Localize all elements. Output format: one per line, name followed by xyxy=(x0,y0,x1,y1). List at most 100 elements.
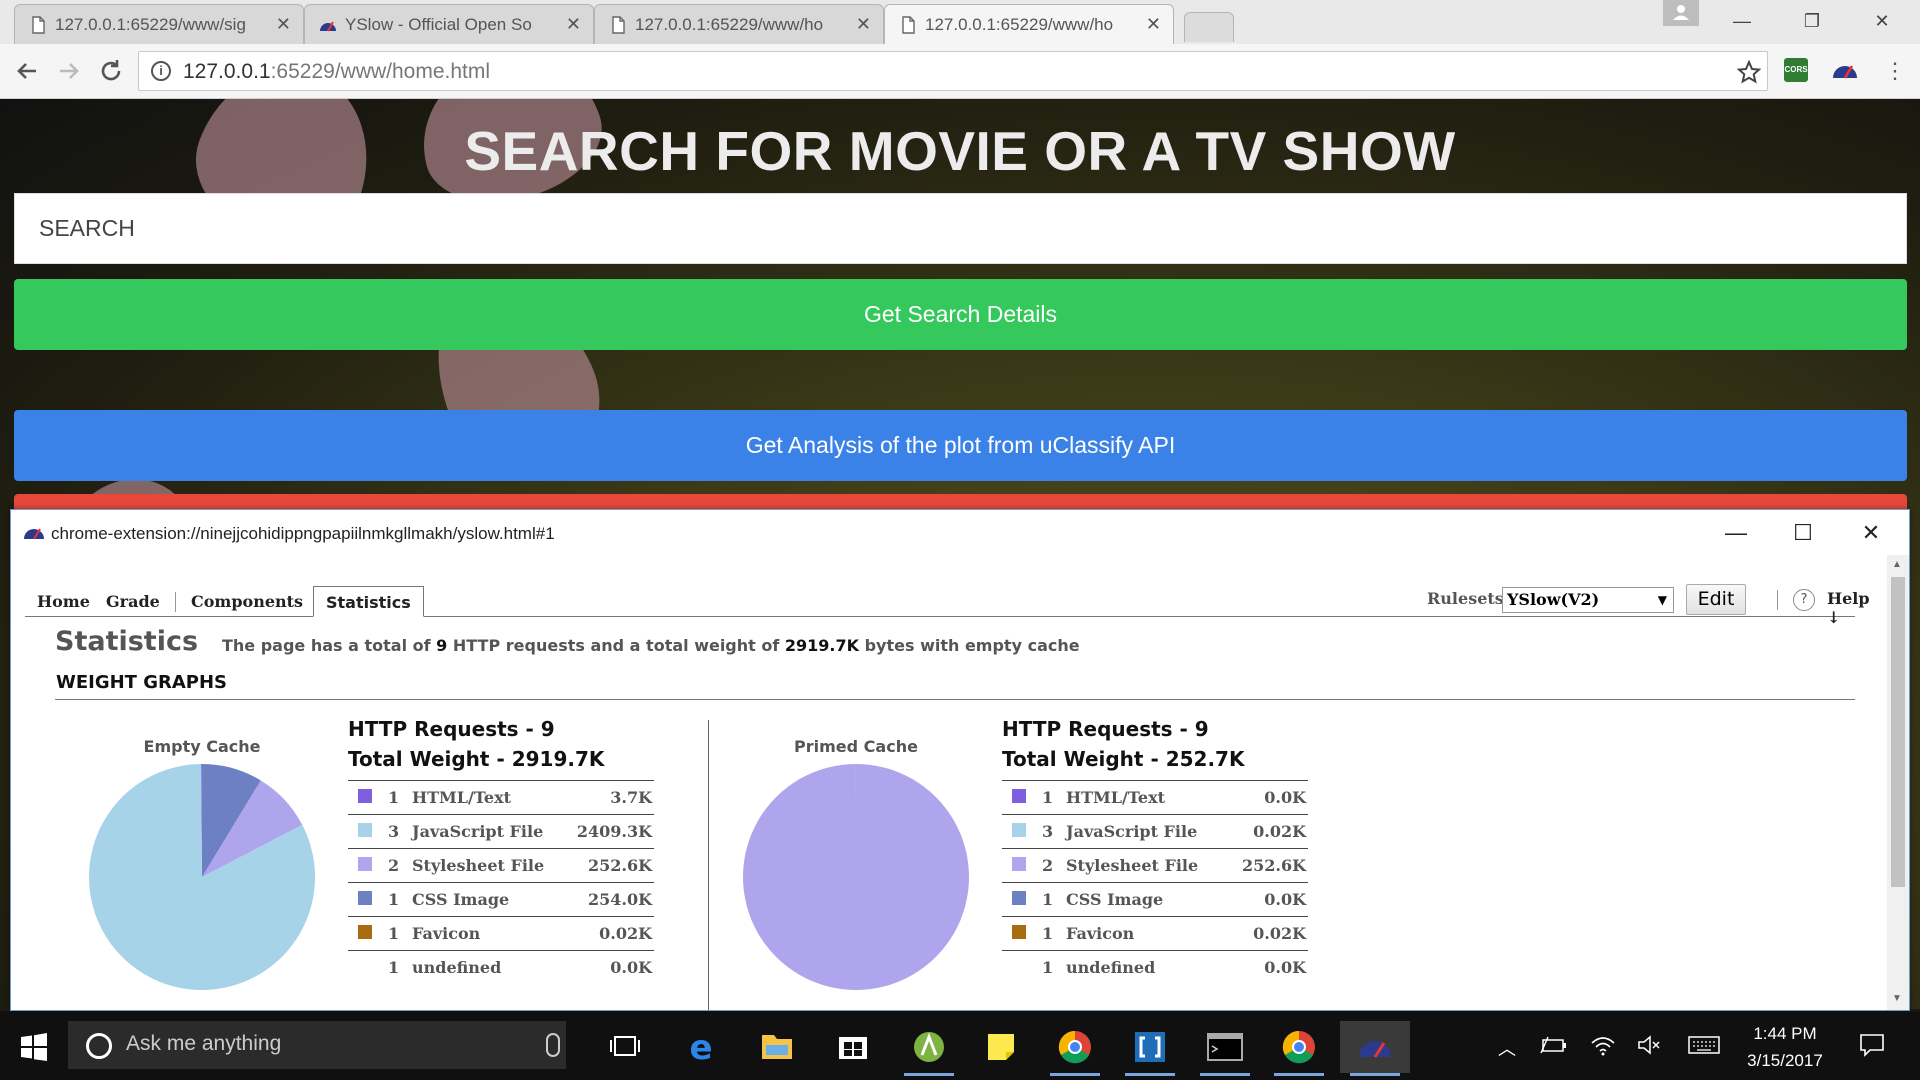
tab-title: 127.0.0.1:65229/www/sig xyxy=(55,15,246,34)
wifi-icon[interactable] xyxy=(1590,1033,1616,1057)
scroll-up-icon[interactable]: ▲ xyxy=(1892,559,1902,570)
chrome-icon[interactable] xyxy=(1264,1021,1334,1076)
weight-table-row: 1 undefined 0.0K xyxy=(1002,950,1308,985)
legend-swatch xyxy=(348,882,388,917)
cortana-search-text: Ask me anything xyxy=(126,1032,282,1055)
yslow-titlebar: chrome-extension://ninejjcohidippngpapii… xyxy=(11,510,1909,555)
component-type: undefined xyxy=(1066,950,1228,985)
tab-home[interactable]: Home xyxy=(25,586,102,617)
component-weight: 0.0K xyxy=(1227,780,1308,815)
windows-start-icon[interactable] xyxy=(20,1033,48,1061)
browser-tab[interactable]: 127.0.0.1:65229/www/ho ✕ xyxy=(594,4,884,44)
chevron-down-icon: ▼ xyxy=(1657,593,1667,607)
component-weight: 3.7K xyxy=(564,780,654,815)
close-icon[interactable]: ✕ xyxy=(566,14,581,35)
star-icon[interactable] xyxy=(1737,60,1761,84)
new-tab-button[interactable] xyxy=(1184,12,1234,42)
tab-title: YSlow - Official Open So xyxy=(345,15,532,34)
component-type: undefined xyxy=(412,950,565,985)
edit-button[interactable]: Edit xyxy=(1686,584,1746,615)
close-icon[interactable]: ✕ xyxy=(1146,14,1161,35)
yslow-icon[interactable] xyxy=(1340,1021,1410,1076)
primed-weight-title: Total Weight - 252.7K xyxy=(1002,747,1245,771)
request-count: 1 xyxy=(1042,780,1066,815)
legend-swatch xyxy=(1002,848,1042,883)
get-analysis-button[interactable]: Get Analysis of the plot from uClassify … xyxy=(14,410,1907,481)
yslow-icon[interactable] xyxy=(1832,58,1858,82)
arrow-left-icon xyxy=(17,63,36,79)
scroll-down-icon[interactable]: ▼ xyxy=(1892,993,1902,1004)
minimize-button[interactable]: — xyxy=(1722,6,1762,36)
clock-time[interactable]: 1:44 PM xyxy=(1710,1024,1860,1044)
weight-table-row: 2 Stylesheet File 252.6K xyxy=(1002,848,1308,883)
component-weight: 0.02K xyxy=(564,916,654,951)
file-explorer-icon[interactable] xyxy=(742,1021,812,1073)
weight-graphs-separator xyxy=(708,720,709,1010)
info-icon[interactable]: i xyxy=(151,61,171,81)
weight-graphs-title: WEIGHT GRAPHS xyxy=(56,672,228,693)
address-bar[interactable]: i 127.0.0.1:65229/www/home.html xyxy=(138,51,1768,91)
statistics-title: Statistics xyxy=(55,626,199,657)
empty-requests-title: HTTP Requests - 9 xyxy=(348,717,555,741)
request-count: 3 xyxy=(388,814,412,849)
close-window-button[interactable]: ✕ xyxy=(1862,6,1902,36)
legend-swatch xyxy=(348,950,388,985)
request-count: 1 xyxy=(388,950,412,985)
terminal-icon[interactable] xyxy=(1190,1021,1260,1076)
yslow-close-button[interactable]: ✕ xyxy=(1851,518,1891,548)
url-text[interactable]: 127.0.0.1:65229/www/home.html xyxy=(183,60,490,84)
empty-cache-pie-chart xyxy=(88,764,316,990)
browser-tab[interactable]: 127.0.0.1:65229/www/sig ✕ xyxy=(14,4,304,44)
component-type: JavaScript File xyxy=(412,814,565,849)
volume-muted-icon[interactable] xyxy=(1636,1033,1662,1057)
notifications-icon[interactable] xyxy=(1858,1031,1886,1059)
request-count: 1 xyxy=(388,780,412,815)
forward-button[interactable] xyxy=(52,54,86,88)
help-link[interactable]: Help ↓ xyxy=(1827,589,1887,627)
battery-icon[interactable] xyxy=(1540,1035,1568,1055)
browser-tab[interactable]: YSlow - Official Open So ✕ xyxy=(304,4,594,44)
brackets-icon[interactable] xyxy=(1115,1021,1185,1076)
scrollbar[interactable]: ▲ ▼ xyxy=(1887,555,1909,1010)
cortana-search[interactable]: Ask me anything xyxy=(68,1021,566,1069)
clock-date[interactable]: 3/15/2017 xyxy=(1710,1051,1860,1071)
browser-tab-active[interactable]: 127.0.0.1:65229/www/ho ✕ xyxy=(884,4,1174,44)
weight-table-row: 1 CSS Image 0.0K xyxy=(1002,882,1308,917)
chrome-icon[interactable] xyxy=(1040,1021,1110,1076)
help-icon[interactable]: ? xyxy=(1793,589,1815,611)
reload-button[interactable] xyxy=(94,54,128,88)
restore-button[interactable]: ❐ xyxy=(1792,6,1832,36)
menu-icon[interactable]: ⋮ xyxy=(1884,56,1906,86)
tab-statistics[interactable]: Statistics xyxy=(313,586,424,617)
task-view-icon[interactable] xyxy=(590,1021,660,1073)
page-icon xyxy=(612,16,625,34)
yslow-minimize-button[interactable]: — xyxy=(1716,518,1756,548)
chevron-up-icon[interactable]: ︿ xyxy=(1498,1035,1516,1061)
rulesets-label: Rulesets xyxy=(1427,589,1504,608)
back-button[interactable] xyxy=(10,54,44,88)
component-type: Stylesheet File xyxy=(412,848,565,883)
tab-grade[interactable]: Grade xyxy=(94,586,172,617)
close-icon[interactable]: ✕ xyxy=(856,14,871,35)
yslow-maximize-button[interactable]: ☐ xyxy=(1783,518,1823,548)
search-input[interactable] xyxy=(15,194,1906,263)
android-studio-icon[interactable] xyxy=(894,1021,964,1076)
request-count: 1 xyxy=(1042,916,1066,951)
microphone-icon[interactable] xyxy=(546,1033,560,1057)
scrollbar-thumb[interactable] xyxy=(1891,577,1905,887)
primed-cache-label: Primed Cache xyxy=(794,737,918,756)
sticky-notes-icon[interactable] xyxy=(966,1021,1036,1073)
edge-icon[interactable]: e xyxy=(666,1021,736,1073)
component-type: CSS Image xyxy=(412,882,565,917)
close-icon[interactable]: ✕ xyxy=(276,14,291,35)
get-search-details-button[interactable]: Get Search Details xyxy=(14,279,1907,350)
ruleset-select[interactable]: YSlow(V2) ▼ xyxy=(1502,587,1674,613)
component-weight: 0.02K xyxy=(1227,814,1308,849)
profile-button[interactable] xyxy=(1663,0,1699,26)
toolbar-separator xyxy=(1777,590,1778,610)
tab-separator xyxy=(175,592,176,612)
store-icon[interactable] xyxy=(818,1021,888,1073)
tab-components[interactable]: Components xyxy=(179,586,315,617)
search-box[interactable] xyxy=(14,193,1907,264)
cors-icon[interactable]: CORS xyxy=(1784,58,1808,82)
